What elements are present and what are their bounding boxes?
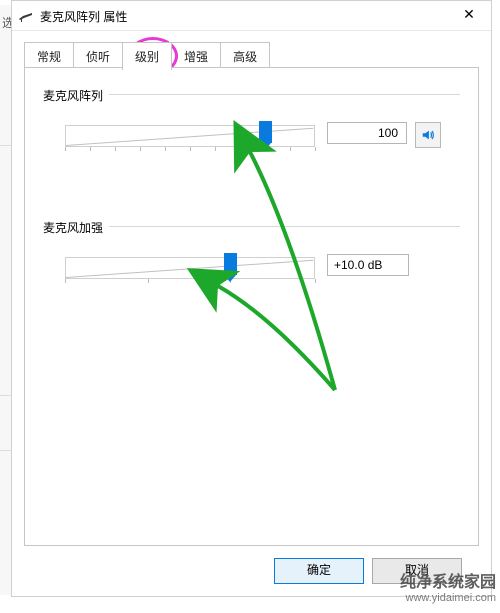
ok-button[interactable]: 确定 xyxy=(274,558,364,584)
tab-advanced[interactable]: 高级 xyxy=(220,42,270,70)
mic-level-value[interactable]: 100 xyxy=(327,122,407,144)
tab-bar: 常规 侦听 级别 增强 高级 xyxy=(24,41,479,68)
watermark-title: 纯净系统家园 xyxy=(400,573,496,592)
stage: 选 麦克风阵列 属性 ✕ 常规 侦听 级别 增强 高级 xyxy=(0,0,500,613)
slider-mic-level[interactable] xyxy=(65,119,315,153)
tab-label: 增强 xyxy=(184,50,208,64)
group-label-mic: 麦克风阵列 xyxy=(43,87,109,104)
slider-thumb[interactable] xyxy=(259,121,272,143)
group-mic-boost: 麦克风加强 +10.0 dB xyxy=(43,226,460,299)
close-icon: ✕ xyxy=(463,6,475,22)
tab-label: 常规 xyxy=(37,50,61,64)
slider-ticks xyxy=(65,279,315,284)
tab-label: 侦听 xyxy=(86,50,110,64)
tab-panel-levels: 麦克风阵列 100 xyxy=(24,67,479,546)
slider-track xyxy=(65,125,315,147)
group-mic-level: 麦克风阵列 100 xyxy=(43,94,460,167)
speaker-icon xyxy=(421,128,435,142)
mute-button[interactable] xyxy=(415,122,441,148)
slider-track xyxy=(65,257,315,279)
titlebar: 麦克风阵列 属性 ✕ xyxy=(12,1,491,31)
mic-boost-value[interactable]: +10.0 dB xyxy=(327,254,409,276)
slider-thumb[interactable] xyxy=(224,253,237,275)
tab-enhancements[interactable]: 增强 xyxy=(171,42,221,70)
watermark-url: www.yidaimei.com xyxy=(400,592,496,605)
watermark: 纯净系统家园 www.yidaimei.com xyxy=(400,573,496,605)
tab-listen[interactable]: 侦听 xyxy=(73,42,123,70)
close-button[interactable]: ✕ xyxy=(447,1,491,30)
slider-mic-boost[interactable] xyxy=(65,251,315,285)
mic-icon xyxy=(18,9,34,26)
tab-levels[interactable]: 级别 xyxy=(122,42,172,70)
window-title: 麦克风阵列 属性 xyxy=(40,8,127,25)
group-label-boost: 麦克风加强 xyxy=(43,219,109,236)
properties-dialog: 麦克风阵列 属性 ✕ 常规 侦听 级别 增强 高级 麦克风阵列 xyxy=(11,0,492,597)
tab-general[interactable]: 常规 xyxy=(24,42,74,70)
tab-label: 高级 xyxy=(233,50,257,64)
button-label: 确定 xyxy=(307,563,331,577)
slider-ticks xyxy=(65,147,315,152)
tab-label: 级别 xyxy=(135,50,159,64)
